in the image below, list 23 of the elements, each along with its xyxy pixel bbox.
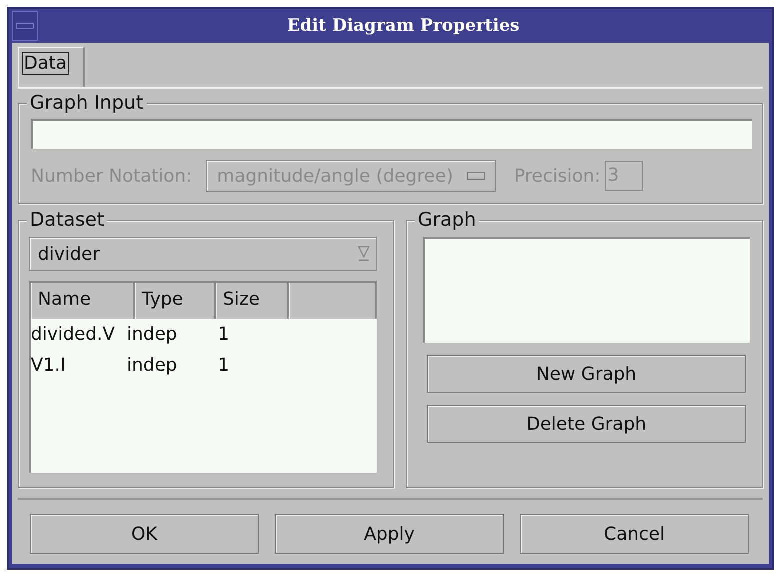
dataset-dropdown[interactable]: divider xyxy=(29,237,377,271)
graph-button[interactable]: New Graph xyxy=(427,355,746,393)
window-menu-button[interactable] xyxy=(12,11,38,41)
dialog-button[interactable]: Cancel xyxy=(520,514,749,554)
window-title: Edit Diagram Properties xyxy=(286,16,521,36)
group-title: Graph Input xyxy=(27,92,147,114)
column-header[interactable]: Name xyxy=(31,283,135,319)
graph-button[interactable]: Delete Graph xyxy=(427,405,746,443)
dialog-button[interactable]: OK xyxy=(30,514,259,554)
table-cell-text: 1 xyxy=(217,323,230,347)
group-title: Graph xyxy=(415,209,480,231)
table-cell-text: divided.V xyxy=(31,323,116,347)
graph-list[interactable] xyxy=(423,237,750,343)
input-field[interactable] xyxy=(31,119,752,149)
column-header[interactable]: Size xyxy=(216,283,289,319)
table-cell-text: V1.I xyxy=(31,354,67,378)
table-cell-text: indep xyxy=(127,354,178,378)
dropdown-arrow-icon xyxy=(358,246,370,262)
table-cell-text: 1 xyxy=(217,354,230,378)
column-header[interactable]: Type xyxy=(135,283,216,319)
dialog-button[interactable]: Apply xyxy=(275,514,504,554)
table-cell-text: indep xyxy=(127,323,178,347)
tab[interactable]: Data xyxy=(18,47,85,87)
